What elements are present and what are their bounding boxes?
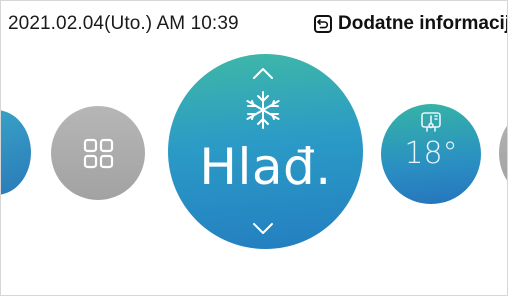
chevron-down-icon[interactable] [168, 54, 363, 249]
previous-mode-button[interactable] [1, 110, 31, 195]
next-mode-button[interactable] [499, 113, 507, 193]
temperature-value: 18° [404, 136, 458, 171]
more-info-label: Dodatne informacije [338, 13, 508, 34]
datetime: 2021.02.04(Uto.) AM 10:39 [8, 13, 239, 34]
more-info-button[interactable]: Dodatne informacije [314, 13, 508, 35]
screen-frame: 2021.02.04(Uto.) AM 10:39 Dodatne inform… [0, 0, 508, 296]
temperature-button[interactable]: 18° [381, 104, 481, 204]
back-arrow-icon [314, 15, 332, 33]
grid-icon [83, 138, 114, 169]
mode-button[interactable]: Hlađ. [168, 54, 363, 249]
apps-button[interactable] [51, 106, 145, 200]
